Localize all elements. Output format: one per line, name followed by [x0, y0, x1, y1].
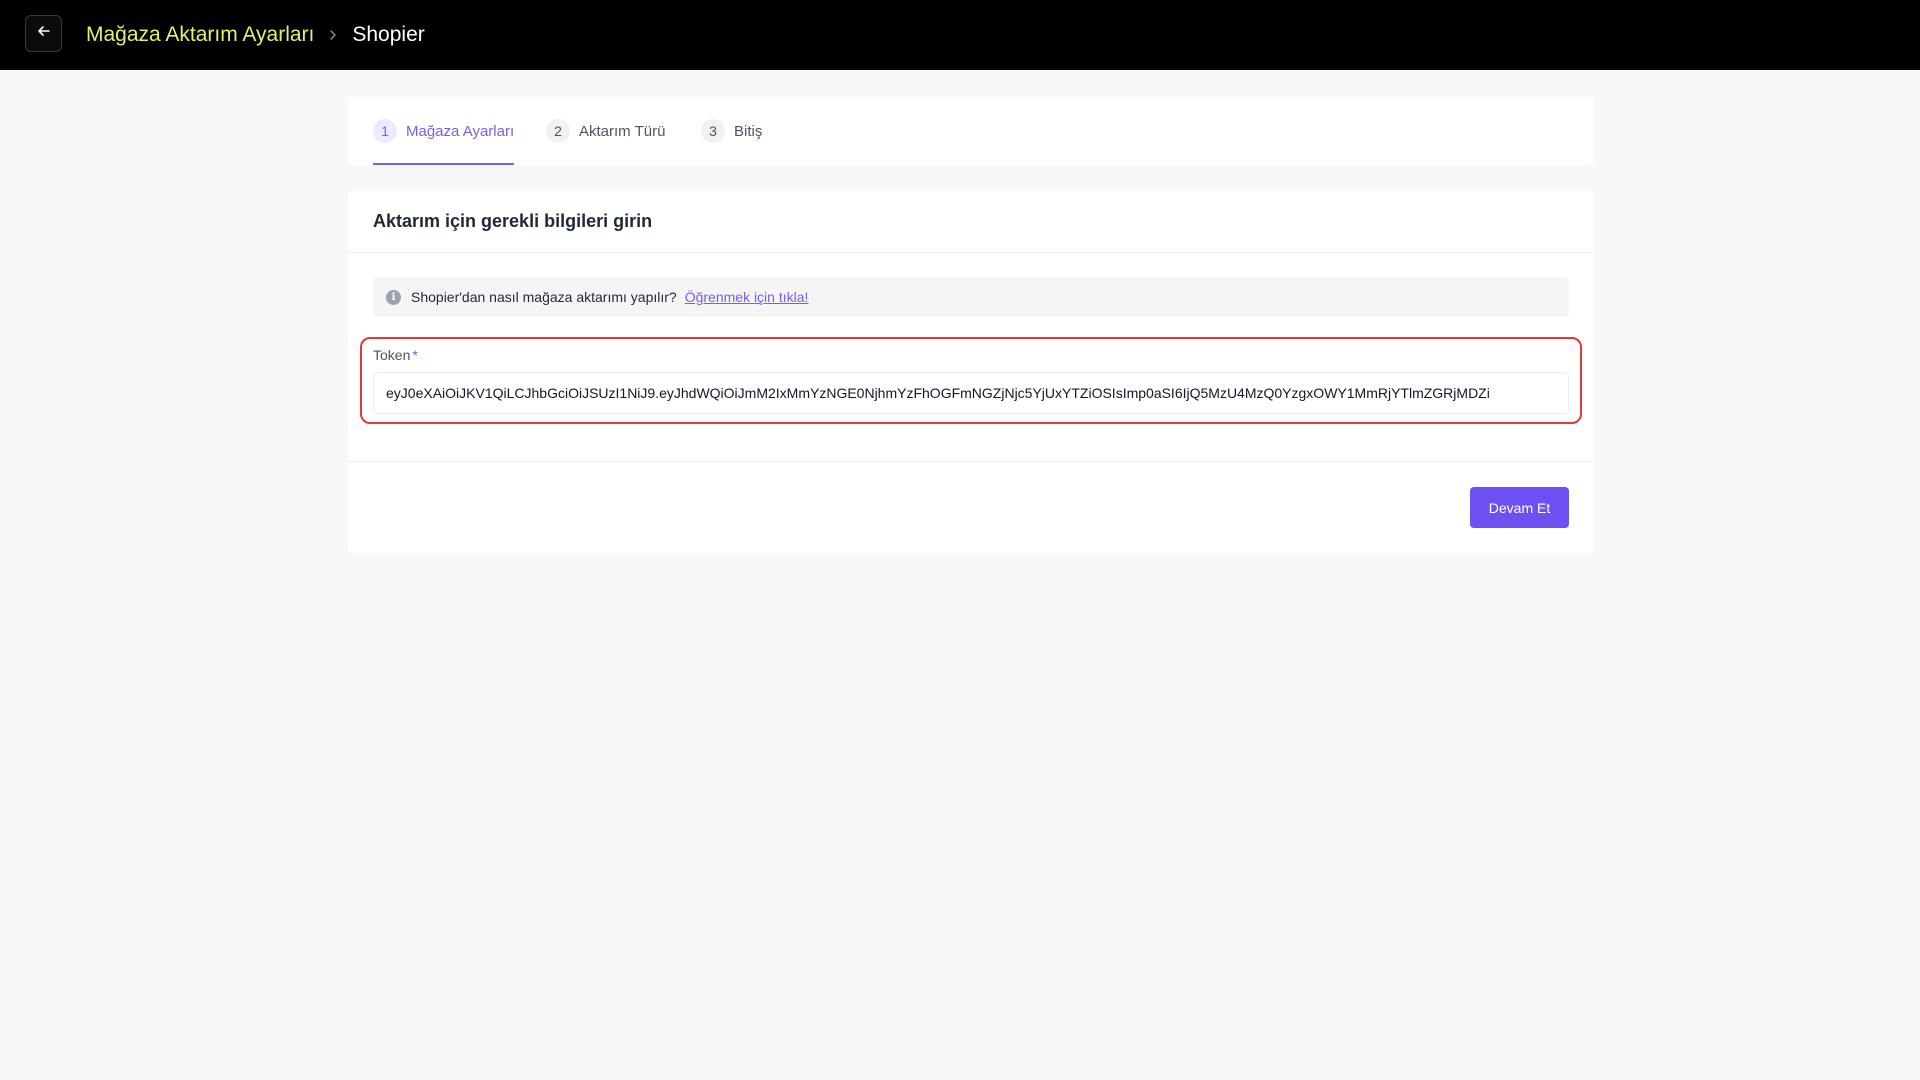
- continue-button[interactable]: Devam Et: [1470, 487, 1569, 528]
- token-input[interactable]: [373, 372, 1569, 414]
- active-step-indicator: [373, 163, 515, 165]
- breadcrumb-link-store-transfer-settings[interactable]: Mağaza Aktarım Ayarları: [86, 23, 314, 47]
- breadcrumb: Mağaza Aktarım Ayarları Shopier: [86, 0, 425, 70]
- step-number: 3: [701, 119, 725, 143]
- step-number: 2: [546, 119, 570, 143]
- divider: [348, 252, 1594, 253]
- info-icon: i: [386, 289, 401, 305]
- info-text: Shopier'dan nasıl mağaza aktarımı yapılı…: [411, 289, 677, 305]
- step-finish[interactable]: 3 Bitiş: [701, 97, 762, 165]
- chevron-right-icon: [328, 29, 338, 41]
- required-mark: *: [412, 347, 418, 363]
- top-bar: Mağaza Aktarım Ayarları Shopier: [0, 0, 1920, 70]
- back-button[interactable]: [25, 15, 62, 52]
- token-label: Token *: [373, 347, 418, 363]
- step-label: Bitiş: [734, 122, 763, 140]
- step-label: Mağaza Ayarları: [406, 122, 515, 140]
- step-number: 1: [373, 119, 397, 143]
- step-store-settings[interactable]: 1 Mağaza Ayarları: [373, 97, 515, 165]
- arrow-left-icon: [36, 23, 52, 44]
- learn-more-link[interactable]: Öğrenmek için tıkla!: [685, 289, 809, 305]
- token-label-text: Token: [373, 347, 411, 363]
- transfer-form-card: Aktarım için gerekli bilgileri girin i S…: [348, 191, 1594, 553]
- step-label: Aktarım Türü: [579, 122, 666, 140]
- divider: [348, 461, 1594, 462]
- form-title: Aktarım için gerekli bilgileri girin: [373, 211, 653, 231]
- step-transfer-type[interactable]: 2 Aktarım Türü: [546, 97, 665, 165]
- info-banner: i Shopier'dan nasıl mağaza aktarımı yapı…: [373, 277, 1569, 317]
- stepper: 1 Mağaza Ayarları 2 Aktarım Türü 3 Bitiş: [348, 97, 1594, 165]
- breadcrumb-current: Shopier: [352, 23, 425, 46]
